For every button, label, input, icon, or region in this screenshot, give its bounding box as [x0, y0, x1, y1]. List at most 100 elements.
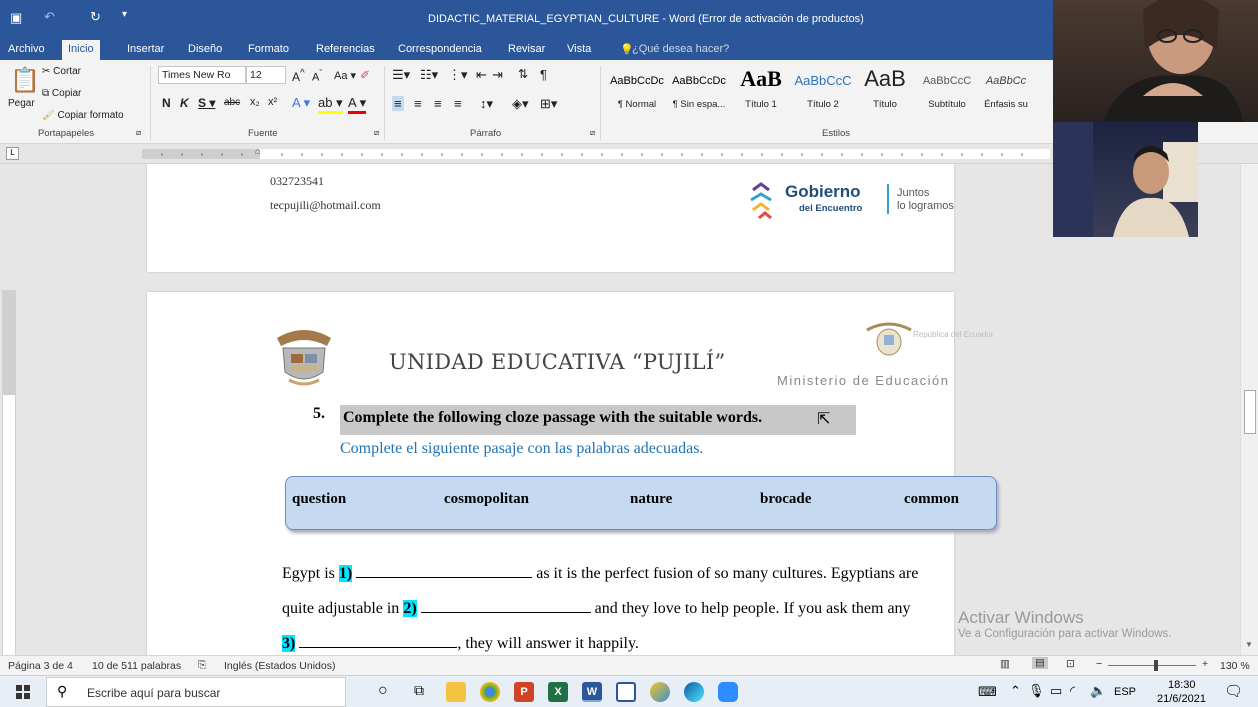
multilevel-list-icon[interactable]: ⋮▾: [448, 67, 468, 83]
word-count[interactable]: 10 de 511 palabras: [92, 660, 181, 672]
numbering-icon[interactable]: ☷▾: [420, 67, 438, 83]
font-launcher-icon[interactable]: ⧄: [374, 128, 379, 138]
undo-icon[interactable]: ↶: [44, 9, 55, 25]
tab-formato[interactable]: Formato: [248, 43, 289, 55]
zoom-app-icon[interactable]: [718, 682, 738, 702]
style-title[interactable]: AaB Título: [854, 64, 916, 122]
tell-me-search[interactable]: ¿Qué desea hacer?: [632, 43, 729, 55]
blank-line[interactable]: [299, 632, 458, 648]
shading-icon[interactable]: ◈▾: [512, 96, 529, 112]
zoom-slider[interactable]: [1108, 660, 1196, 671]
quick-access-dropdown-icon[interactable]: ▾: [122, 9, 127, 20]
text-effects-icon[interactable]: A ▾: [292, 95, 310, 111]
read-mode-icon[interactable]: ▥: [1000, 658, 1010, 670]
save-icon[interactable]: ▣: [10, 10, 22, 26]
zoom-out-icon[interactable]: −: [1096, 658, 1102, 670]
font-name-combo[interactable]: Times New Ro: [158, 66, 246, 84]
align-center-icon[interactable]: ≡: [414, 96, 422, 111]
increase-indent-icon[interactable]: ⇥: [492, 67, 503, 83]
microphone-icon[interactable]: 🎙: [1028, 683, 1045, 699]
show-marks-icon[interactable]: ¶: [540, 67, 547, 82]
format-painter-button[interactable]: 🖌 Copiar formato: [42, 110, 124, 121]
windows-start-icon[interactable]: [16, 685, 30, 699]
borders-icon[interactable]: ⊞▾: [540, 96, 557, 112]
underline-icon[interactable]: S ▾: [198, 96, 215, 110]
tab-referencias[interactable]: Referencias: [316, 43, 375, 55]
shrink-font-icon[interactable]: Aˇ: [312, 68, 322, 84]
scrollbar-thumb[interactable]: [1244, 390, 1256, 434]
word-icon[interactable]: W: [582, 682, 602, 702]
sort-icon[interactable]: ⇅: [518, 67, 528, 81]
vertical-ruler[interactable]: [2, 290, 16, 660]
bold-icon[interactable]: N: [162, 96, 171, 110]
clock-time[interactable]: 18:30: [1168, 679, 1196, 691]
wifi-icon[interactable]: ◜: [1070, 683, 1075, 699]
zoom-level[interactable]: 130 %: [1220, 660, 1250, 672]
highlight-icon[interactable]: ab ▾: [318, 95, 343, 114]
strikethrough-icon[interactable]: abc: [224, 97, 240, 108]
change-case-icon[interactable]: Aa ▾: [334, 69, 356, 82]
scroll-down-icon[interactable]: ▼: [1245, 640, 1253, 649]
tab-archivo[interactable]: Archivo: [8, 43, 45, 55]
indent-marker-icon[interactable]: ⌂: [255, 146, 260, 156]
zoom-in-icon[interactable]: +: [1202, 658, 1208, 670]
language-indicator[interactable]: Inglés (Estados Unidos): [224, 660, 335, 672]
web-layout-icon[interactable]: ⊡: [1066, 658, 1075, 670]
input-language[interactable]: ESP: [1114, 686, 1136, 698]
taskbar-search-box[interactable]: ⚲ Escribe aquí para buscar: [46, 677, 346, 707]
italic-icon[interactable]: K: [180, 96, 189, 110]
style-normal[interactable]: AaBbCcDc ¶ Normal: [606, 64, 668, 122]
tab-inicio[interactable]: Inicio: [62, 40, 100, 60]
edge-icon[interactable]: [684, 682, 704, 702]
paste-icon[interactable]: 📋: [10, 66, 40, 95]
file-explorer-icon[interactable]: [446, 682, 466, 702]
keyboard-tray-icon[interactable]: ⌨: [978, 684, 997, 700]
zoom-slider-thumb[interactable]: [1154, 660, 1158, 671]
tab-revisar[interactable]: Revisar: [508, 43, 545, 55]
clear-format-icon[interactable]: ✐: [360, 68, 370, 82]
tab-vista[interactable]: Vista: [567, 43, 591, 55]
align-left-icon[interactable]: ≡: [392, 96, 404, 111]
tab-correspondencia[interactable]: Correspondencia: [398, 43, 482, 55]
network-icon[interactable]: ▭: [1050, 683, 1062, 699]
document-page[interactable]: UNIDAD EDUCATIVA “PUJILÍ” República del …: [147, 292, 997, 655]
task-view-icon[interactable]: ⧉: [414, 682, 424, 699]
paragraph-launcher-icon[interactable]: ⧄: [590, 128, 595, 138]
paint-icon[interactable]: [650, 682, 670, 702]
style-heading-2[interactable]: AaBbCcC Título 2: [792, 64, 854, 122]
clipboard-launcher-icon[interactable]: ⧄: [136, 128, 141, 138]
subscript-icon[interactable]: x₂: [250, 96, 260, 108]
line-spacing-icon[interactable]: ↕▾: [480, 96, 493, 112]
decrease-indent-icon[interactable]: ⇤: [476, 67, 487, 83]
font-color-icon[interactable]: A ▾: [348, 95, 367, 114]
tab-selector[interactable]: L: [6, 147, 19, 160]
powerpoint-icon[interactable]: P: [514, 682, 534, 702]
justify-icon[interactable]: ≡: [454, 96, 462, 111]
proofing-icon[interactable]: ⎘: [198, 659, 206, 672]
style-no-spacing[interactable]: AaBbCcDc ¶ Sin espa...: [668, 64, 730, 122]
style-subtle-emphasis[interactable]: AaBbCc Énfasis su: [978, 64, 1034, 122]
grow-font-icon[interactable]: A^: [292, 68, 305, 84]
blank-line[interactable]: [420, 597, 591, 613]
bullets-icon[interactable]: ☰▾: [392, 67, 410, 83]
cut-button[interactable]: ✂ Cortar: [42, 66, 81, 77]
paste-button[interactable]: Pegar: [8, 98, 35, 109]
style-subtitle[interactable]: AaBbCcC Subtítulo: [916, 64, 978, 122]
excel-icon[interactable]: X: [548, 682, 568, 702]
page-indicator[interactable]: Página 3 de 4: [8, 660, 73, 672]
volume-icon[interactable]: 🔈: [1090, 683, 1106, 699]
copy-button[interactable]: ⧉ Copiar: [42, 88, 81, 99]
redo-icon[interactable]: ↻: [90, 9, 101, 25]
whiteboard-icon[interactable]: [616, 682, 636, 702]
superscript-icon[interactable]: x²: [268, 96, 277, 108]
cortana-icon[interactable]: ○: [378, 682, 388, 700]
align-right-icon[interactable]: ≡: [434, 96, 442, 111]
notifications-icon[interactable]: 🗨: [1224, 682, 1243, 700]
tab-diseno[interactable]: Diseño: [188, 43, 222, 55]
tab-insertar[interactable]: Insertar: [127, 43, 164, 55]
chrome-icon[interactable]: [480, 682, 500, 702]
clock-date[interactable]: 21/6/2021: [1157, 693, 1206, 705]
style-heading-1[interactable]: AaB Título 1: [730, 64, 792, 122]
blank-line[interactable]: [356, 562, 533, 578]
print-layout-icon[interactable]: ▤: [1032, 657, 1048, 669]
